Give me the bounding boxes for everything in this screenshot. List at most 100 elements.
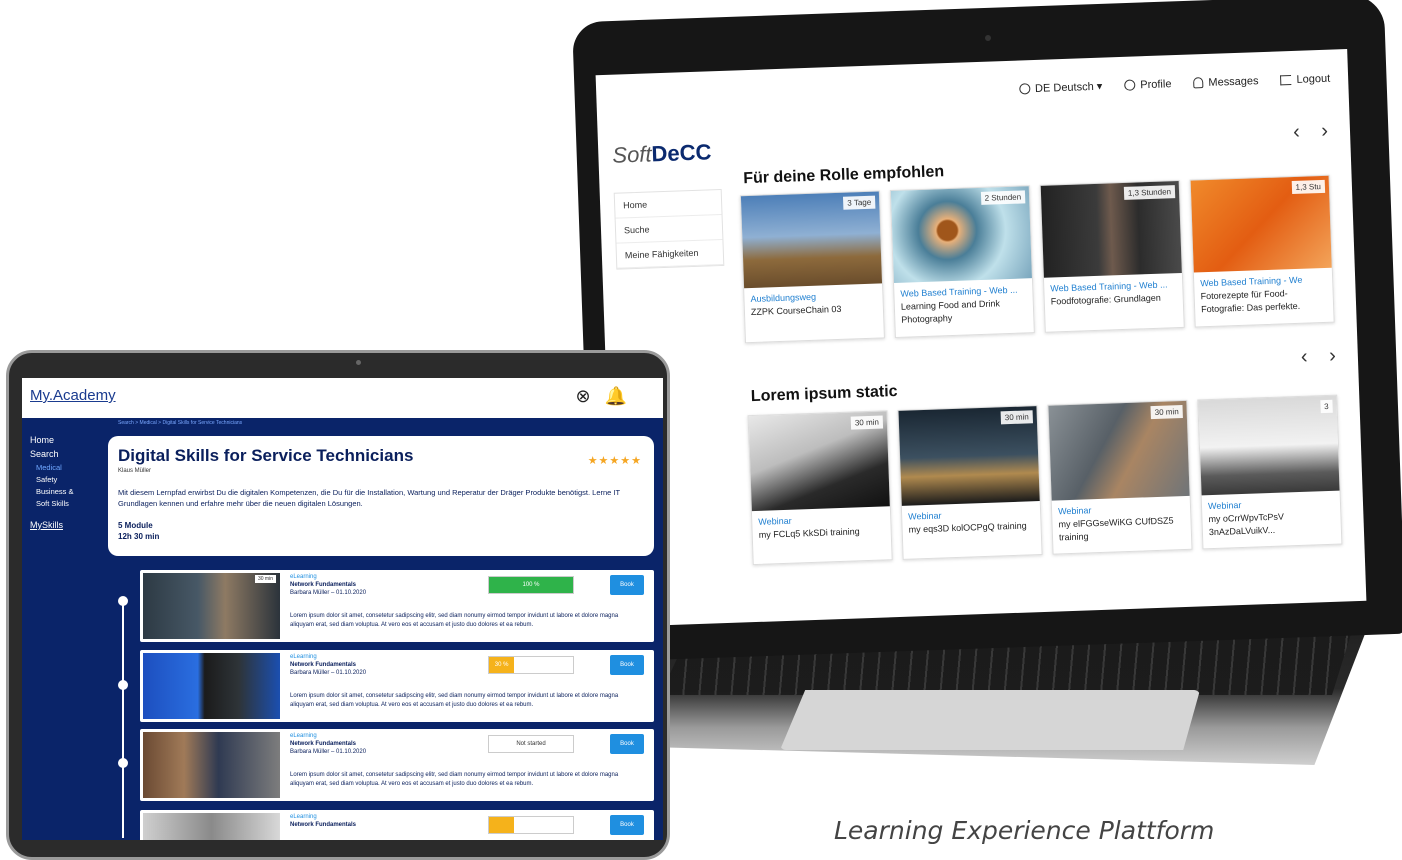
module-thumbnail: 30 min [143, 573, 280, 639]
webinar-card[interactable]: 30 min Webinar my FCLq5 KkSDi training [747, 410, 893, 566]
profile-icon [1124, 79, 1136, 91]
card-title: my elFGGseWiKG CUfDSZ5 training [1058, 515, 1174, 542]
module-thumbnail [143, 813, 280, 840]
bell-icon[interactable]: 🔔 [605, 386, 627, 407]
module-item[interactable]: eLearning Network Fundamentals Book [140, 810, 654, 840]
caption: Learning Experience Plattform [834, 816, 1215, 845]
duration-badge: 30 min [850, 415, 884, 430]
nav-business[interactable]: Business & Soft Skills [30, 486, 74, 510]
card-thumbnail: 30 min [1048, 400, 1190, 501]
progress-bar: 100 % [488, 576, 574, 594]
sidebar-item-faehigkeiten[interactable]: Meine Fähigkeiten [616, 239, 724, 269]
webinar-card[interactable]: 3 Webinar my oCrrWpvTcPsV 3nAzDaLVuikV..… [1197, 394, 1343, 550]
laptop-camera [985, 35, 991, 41]
tablet-camera [356, 360, 361, 365]
module-meta: Barbara Müller – 01.10.2020 [290, 669, 367, 676]
progress-bar: 30 % [488, 656, 574, 674]
module-meta: Barbara Müller – 01.10.2020 [290, 589, 367, 596]
nav-search[interactable]: Search [30, 447, 74, 461]
book-button[interactable]: Book [610, 815, 644, 835]
book-button[interactable]: Book [610, 734, 644, 754]
timeline-dot [118, 680, 128, 690]
logout-icon [1280, 74, 1292, 85]
course-title: Digital Skills for Service Technicians [118, 446, 414, 465]
laptop-sidebar: Home Suche Meine Fähigkeiten [613, 188, 725, 270]
messages-link[interactable]: Messages [1193, 74, 1259, 89]
card-title: my oCrrWpvTcPsV 3nAzDaLVuikV... [1208, 511, 1285, 537]
card-thumbnail: 2 Stunden [890, 186, 1032, 284]
softdecc-logo[interactable]: SoftDeCC [612, 139, 712, 168]
module-type: eLearning [290, 574, 317, 580]
duration-badge: 3 Tage [843, 195, 876, 210]
logout-link[interactable]: Logout [1280, 72, 1330, 87]
course-card[interactable]: 2 Stunden Web Based Training - Web ... L… [889, 185, 1035, 339]
module-name: Network Fundamentals [290, 581, 357, 588]
profile-label: Profile [1140, 77, 1172, 91]
profile-icon[interactable]: ⊗ [575, 386, 590, 407]
duration-badge: 30 min [254, 575, 276, 583]
progress-fill [489, 817, 515, 833]
module-name: Network Fundamentals [290, 821, 357, 828]
module-info: eLearning Network Fundamentals [290, 814, 356, 830]
carousel-arrows-2[interactable]: ‹ › [1301, 344, 1345, 368]
module-item[interactable]: 30 min eLearning Network Fundamentals Barb… [140, 570, 654, 642]
carousel-arrows-1[interactable]: ‹ › [1293, 119, 1337, 143]
progress-label: Not started [516, 741, 546, 747]
module-item[interactable]: eLearning Network Fundamentals Barbara Mül… [140, 650, 654, 722]
sidebar-item-suche[interactable]: Suche [615, 214, 723, 244]
module-type: eLearning [290, 814, 317, 820]
tablet-header: My.Academy ⊗ 🔔 [22, 378, 663, 418]
language-label: DE Deutsch ▾ [1034, 80, 1103, 95]
recommended-row: 3 Tage Ausbildungsweg ZZPK CourseChain 0… [739, 174, 1335, 344]
duration-badge: 3 [1319, 399, 1333, 414]
sidebar-item-home[interactable]: Home [614, 189, 722, 219]
card-thumbnail: 3 Tage [740, 191, 883, 289]
section-static-title: Lorem ipsum static [750, 382, 898, 406]
nav-medical[interactable]: Medical [30, 462, 74, 474]
breadcrumb[interactable]: Search > Medical > Digital Skills for Se… [118, 420, 242, 426]
webinar-card[interactable]: 30 min Webinar my elFGGseWiKG CUfDSZ5 tr… [1047, 399, 1193, 555]
course-card[interactable]: 1,3 Stunden Web Based Training - Web ...… [1039, 179, 1185, 333]
timeline-dot [118, 596, 128, 606]
card-thumbnail: 1,3 Stu [1190, 175, 1332, 273]
course-card[interactable]: 1,3 Stu Web Based Training - We Fotoreze… [1189, 174, 1335, 328]
module-name: Network Fundamentals [290, 740, 357, 747]
header-icons: ⊗ 🔔 [575, 386, 627, 407]
section-recommended-title: Für deine Rolle empfohlen [742, 163, 945, 188]
book-button[interactable]: Book [610, 575, 644, 595]
course-author: Klaus Müller [118, 468, 152, 474]
tablet-screen: My.Academy ⊗ 🔔 Search > Medical > Digita… [22, 378, 663, 840]
rating-stars: ★★★★★ [587, 455, 642, 467]
course-duration: 12h 30 min [118, 531, 160, 541]
course-card[interactable]: 3 Tage Ausbildungsweg ZZPK CourseChain 0… [739, 190, 885, 344]
card-thumbnail: 30 min [748, 411, 890, 512]
bell-icon [1193, 77, 1204, 89]
module-info: eLearning Network Fundamentals Barbara Mül… [290, 654, 366, 677]
profile-link[interactable]: Profile [1124, 77, 1172, 92]
card-thumbnail: 30 min [898, 406, 1040, 506]
module-type: eLearning [290, 733, 317, 739]
myacademy-logo[interactable]: My.Academy [30, 387, 116, 404]
module-count: 5 Module [118, 520, 153, 530]
duration-badge: 30 min [1000, 410, 1034, 425]
card-title: Learning Food and Drink Photography [900, 298, 1001, 325]
progress-label: 30 % [494, 662, 509, 668]
timeline-dot [118, 758, 128, 768]
module-item[interactable]: eLearning Network Fundamentals Barbara Mül… [140, 729, 654, 801]
nav-safety[interactable]: Safety [30, 474, 74, 486]
duration-badge: 30 min [1150, 405, 1183, 420]
module-info: eLearning Network Fundamentals Barbara Mül… [290, 574, 366, 597]
nav-myskills[interactable]: MySkills [30, 518, 74, 532]
nav-home[interactable]: Home [30, 433, 74, 447]
progress-label: 100 % [522, 582, 540, 588]
language-selector[interactable]: DE Deutsch ▾ [1018, 80, 1103, 96]
webinar-card[interactable]: 30 min Webinar my eqs3D kolOCPgQ trainin… [897, 405, 1043, 560]
nav-business-line1: Business & [36, 486, 74, 496]
nav-business-line2: Soft Skills [36, 498, 69, 508]
laptop-topnav: DE Deutsch ▾ Profile Messages Logout [1018, 72, 1331, 96]
module-info: eLearning Network Fundamentals Barbara Mül… [290, 733, 366, 756]
course-description: Mit diesem Lernpfad erwirbst Du die digi… [118, 488, 620, 508]
duration-badge: 1,3 Stu [1291, 179, 1326, 195]
timeline-line [122, 598, 124, 838]
book-button[interactable]: Book [610, 655, 644, 675]
